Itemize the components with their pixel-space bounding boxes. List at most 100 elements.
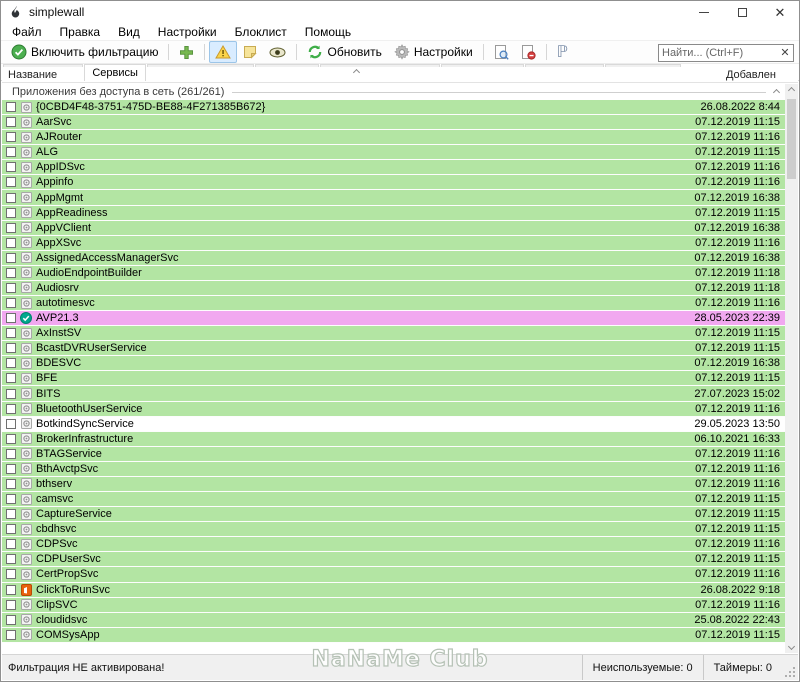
menu-item-view[interactable]: Вид (109, 24, 149, 40)
row-checkbox[interactable] (6, 539, 16, 550)
scrollbar-thumb[interactable] (787, 99, 796, 179)
search-input[interactable] (659, 46, 779, 60)
table-row[interactable]: ALG 07.12.2019 11:15 (2, 145, 785, 161)
row-checkbox[interactable] (6, 509, 16, 520)
table-row[interactable]: BTAGService 07.12.2019 11:16 (2, 446, 785, 462)
table-row[interactable]: BotkindSyncService 29.05.2023 13:50 (2, 416, 785, 432)
table-row[interactable]: BFE 07.12.2019 11:15 (2, 371, 785, 387)
scroll-down-button[interactable] (785, 640, 798, 653)
row-checkbox[interactable] (6, 252, 16, 263)
menu-item-edit[interactable]: Правка (51, 24, 110, 40)
close-button[interactable]: ✕ (761, 1, 799, 23)
row-checkbox[interactable] (6, 478, 16, 489)
table-row[interactable]: bthserv 07.12.2019 11:16 (2, 476, 785, 493)
table-row[interactable]: CDPSvc 07.12.2019 11:16 (2, 537, 785, 553)
table-row[interactable]: AppMgmt 07.12.2019 16:38 (2, 190, 785, 206)
row-checkbox[interactable] (6, 403, 16, 414)
table-row[interactable]: CertPropSvc 07.12.2019 11:16 (2, 567, 785, 583)
menu-item-blocklist[interactable]: Блоклист (226, 24, 296, 40)
row-checkbox[interactable] (6, 147, 16, 158)
group-collapse-icon[interactable] (772, 88, 781, 96)
row-checkbox[interactable] (6, 222, 16, 233)
menu-item-help[interactable]: Помощь (296, 24, 360, 40)
row-checkbox[interactable] (6, 237, 16, 248)
table-row[interactable]: AudioEndpointBuilder 07.12.2019 11:18 (2, 265, 785, 281)
row-checkbox[interactable] (6, 313, 16, 324)
group-header[interactable]: Приложения без доступа в сеть (261/261) (2, 84, 785, 100)
row-checkbox[interactable] (6, 298, 16, 309)
show-warnings-button[interactable] (209, 41, 238, 63)
table-row[interactable]: BthAvctpSvc 07.12.2019 11:16 (2, 461, 785, 477)
row-checkbox[interactable] (6, 614, 16, 625)
add-rule-button[interactable] (173, 41, 200, 63)
search-close-icon[interactable]: ✕ (779, 47, 793, 59)
row-checkbox[interactable] (6, 569, 16, 580)
column-header-added[interactable]: Добавлен (726, 69, 798, 81)
row-checkbox[interactable] (6, 117, 16, 128)
table-row[interactable]: AppVClient 07.12.2019 16:38 (2, 220, 785, 236)
table-row[interactable]: cloudidsvc 25.08.2022 22:43 (2, 612, 785, 628)
row-checkbox[interactable] (6, 629, 16, 640)
table-row[interactable]: AppXSvc 07.12.2019 11:16 (2, 235, 785, 251)
row-checkbox[interactable] (6, 584, 16, 595)
scroll-up-button[interactable] (785, 84, 798, 97)
row-checkbox[interactable] (6, 463, 16, 474)
row-checkbox[interactable] (6, 358, 16, 369)
table-row[interactable]: BDESVC 07.12.2019 16:38 (2, 356, 785, 372)
row-checkbox[interactable] (6, 599, 16, 610)
row-checkbox[interactable] (6, 328, 16, 339)
table-row[interactable]: cbdhsvc 07.12.2019 11:15 (2, 522, 785, 538)
open-log-button[interactable] (488, 41, 515, 63)
row-checkbox[interactable] (6, 162, 16, 173)
menu-item-file[interactable]: Файл (3, 24, 51, 40)
table-row[interactable]: autotimesvc 07.12.2019 11:16 (2, 296, 785, 312)
row-checkbox[interactable] (6, 494, 16, 505)
show-notes-button[interactable] (237, 41, 263, 63)
table-row[interactable]: COMSysApp 07.12.2019 11:15 (2, 627, 785, 643)
refresh-button[interactable]: Обновить (301, 41, 387, 63)
row-checkbox[interactable] (6, 267, 16, 278)
row-checkbox[interactable] (6, 102, 16, 113)
column-header-name[interactable]: Название (2, 69, 57, 81)
table-row[interactable]: AVP21.3 28.05.2023 22:39 (2, 311, 785, 327)
row-checkbox[interactable] (6, 192, 16, 203)
table-row[interactable]: ClickToRunSvc 26.08.2022 9:18 (2, 582, 785, 598)
donate-paypal-button[interactable]: ℙ (551, 41, 574, 63)
maximize-button[interactable] (723, 1, 761, 23)
row-checkbox[interactable] (6, 132, 16, 143)
settings-button[interactable]: Настройки (388, 41, 479, 63)
vertical-scrollbar[interactable] (785, 84, 798, 653)
row-checkbox[interactable] (6, 343, 16, 354)
table-row[interactable]: {0CBD4F48-3751-475D-BE88-4F271385B672} 2… (2, 100, 785, 116)
table-row[interactable]: BITS 27.07.2023 15:02 (2, 386, 785, 402)
tab-services[interactable]: Сервисы (84, 64, 146, 81)
table-row[interactable]: Appinfo 07.12.2019 11:16 (2, 175, 785, 191)
table-row[interactable]: AarSvc 07.12.2019 11:15 (2, 115, 785, 131)
row-checkbox[interactable] (6, 554, 16, 565)
table-row[interactable]: AJRouter 07.12.2019 11:16 (2, 130, 785, 146)
table-row[interactable]: AxInstSV 07.12.2019 11:15 (2, 326, 785, 342)
row-checkbox[interactable] (6, 524, 16, 535)
table-row[interactable]: camsvc 07.12.2019 11:15 (2, 492, 785, 508)
row-checkbox[interactable] (6, 388, 16, 399)
menu-item-settings[interactable]: Настройки (149, 24, 226, 40)
table-row[interactable]: ClipSVC 07.12.2019 11:16 (2, 597, 785, 613)
table-row[interactable]: BcastDVRUserService 07.12.2019 11:15 (2, 341, 785, 357)
row-checkbox[interactable] (6, 373, 16, 384)
resize-grip[interactable] (782, 655, 798, 680)
show-hidden-button[interactable] (263, 41, 292, 63)
clear-log-button[interactable] (515, 41, 542, 63)
table-row[interactable]: CDPUserSvc 07.12.2019 11:15 (2, 552, 785, 568)
row-checkbox[interactable] (6, 433, 16, 444)
table-row[interactable]: Audiosrv 07.12.2019 11:18 (2, 280, 785, 297)
table-row[interactable]: AssignedAccessManagerSvc 07.12.2019 16:3… (2, 250, 785, 266)
table-row[interactable]: BrokerInfrastructure 06.10.2021 16:33 (2, 431, 785, 447)
row-checkbox[interactable] (6, 448, 16, 459)
minimize-button[interactable] (685, 1, 723, 23)
table-row[interactable]: CaptureService 07.12.2019 11:15 (2, 507, 785, 523)
row-checkbox[interactable] (6, 282, 16, 293)
row-checkbox[interactable] (6, 207, 16, 218)
table-row[interactable]: AppReadiness 07.12.2019 11:15 (2, 205, 785, 221)
table-row[interactable]: AppIDSvc 07.12.2019 11:16 (2, 160, 785, 176)
row-checkbox[interactable] (6, 418, 16, 429)
